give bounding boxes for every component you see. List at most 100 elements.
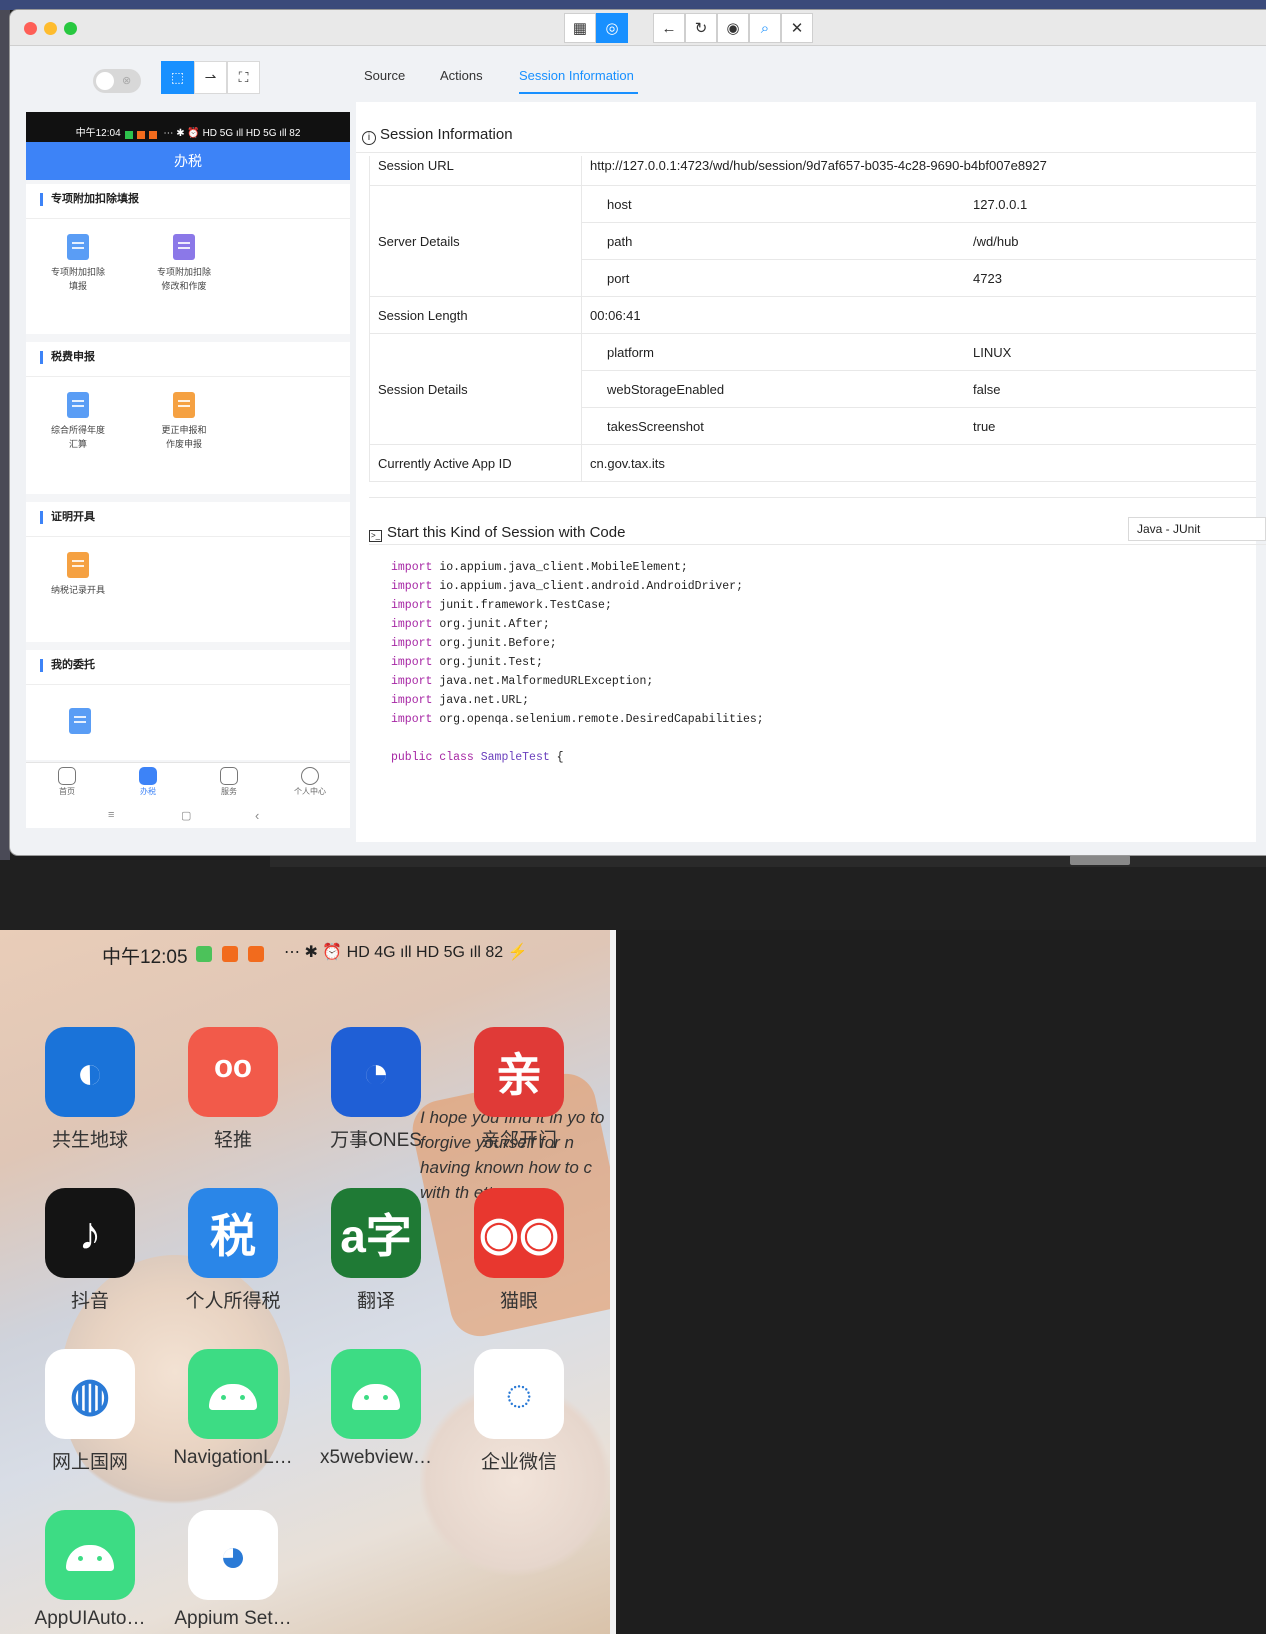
app-douyin[interactable]: ♪ 抖音 xyxy=(25,1188,155,1313)
section-title: 专项附加扣除填报 xyxy=(40,193,139,206)
desktop-menubar-strip xyxy=(0,0,1266,10)
app-label: 亲邻开门 xyxy=(480,1130,557,1151)
close-icon[interactable]: ✕ xyxy=(781,13,813,43)
device-screenshot[interactable]: 中午12:04 ⋯ ✱ ⏰ HD 5G ıll HD 5G ıll 82 办税 … xyxy=(26,112,350,828)
session-info-title: i Session Information xyxy=(362,126,513,145)
nav-home[interactable]: 首页 xyxy=(37,767,97,797)
code-class-declaration: public class SampleTest { xyxy=(391,751,564,764)
android-icon xyxy=(331,1349,421,1439)
tab-actions[interactable]: Actions xyxy=(440,68,483,83)
session-url-value: http://127.0.0.1:4723/wd/hub/session/9d7… xyxy=(590,158,1047,173)
nav-profile[interactable]: 个人中心 xyxy=(280,767,340,797)
eye-icon[interactable]: ◉ xyxy=(717,13,749,43)
state-grid-icon: ◍ xyxy=(45,1349,135,1439)
toggle-knob xyxy=(96,72,114,90)
app-notification-icon xyxy=(196,946,212,962)
terminal-icon: >_ xyxy=(369,530,382,542)
app-android[interactable]: NavigationL… xyxy=(168,1349,298,1469)
nav-service[interactable]: 服务 xyxy=(199,767,259,797)
code-sample[interactable]: import io.appium.java_client.MobileEleme… xyxy=(391,558,764,767)
refresh-icon[interactable]: ↻ xyxy=(685,13,717,43)
section-title: 我的委托 xyxy=(40,659,95,672)
section-delegation: 我的委托 xyxy=(26,650,350,760)
app-label: 企业微信 xyxy=(480,1452,557,1473)
desktop-left-strip xyxy=(0,10,10,860)
active-app-value: cn.gov.tax.its xyxy=(590,456,665,471)
home-square-icon[interactable]: ▢ xyxy=(181,809,191,822)
app-tax-shield[interactable]: 税个人所得税 xyxy=(168,1188,298,1313)
session-url-label: Session URL xyxy=(378,158,454,173)
ones-icon: ◔ xyxy=(331,1027,421,1117)
close-window-button[interactable] xyxy=(24,22,37,35)
swipe-icon[interactable]: ⇀ xyxy=(194,61,227,94)
code-import-line: import io.appium.java_client.android.And… xyxy=(391,580,743,593)
app-globe[interactable]: ◐ 共生地球 xyxy=(25,1027,155,1152)
item-tax-record[interactable]: 纳税记录开具 xyxy=(36,552,120,597)
app-label: 猫眼 xyxy=(499,1291,538,1312)
info-icon: i xyxy=(362,131,376,145)
app-maoyan[interactable]: ◉◉ 猫眼 xyxy=(454,1188,584,1313)
phone-status-icons: ⋯ ✱ ⏰ HD 5G ıll HD 5G ıll 82 xyxy=(163,128,301,139)
grid-icon[interactable]: ▦ xyxy=(564,13,596,43)
details-key-webstorage: webStorageEnabled xyxy=(607,382,725,397)
app-label: 翻译 xyxy=(356,1291,395,1312)
app-label: x5webview… xyxy=(320,1447,432,1468)
back-chevron-icon[interactable]: ‹ xyxy=(255,808,259,823)
tax-shield-icon: 税 xyxy=(188,1188,278,1278)
server-key-path: path xyxy=(607,234,633,249)
item-special-deduction-fill[interactable]: 专项附加扣除 填报 xyxy=(36,234,120,293)
app-label: AppUIAuto… xyxy=(34,1608,146,1629)
app-translate[interactable]: a字 翻译 xyxy=(311,1188,441,1313)
details-key-platform: platform xyxy=(607,345,654,360)
active-tab-indicator xyxy=(519,92,638,94)
app-qin[interactable]: 亲亲邻开门 xyxy=(454,1027,584,1152)
app-android[interactable]: AppUIAuto… xyxy=(25,1510,155,1630)
tab-source[interactable]: Source xyxy=(364,68,405,83)
nav-tax[interactable]: 办税 xyxy=(118,767,178,797)
app-label: 轻推 xyxy=(213,1130,252,1151)
app-wecom[interactable]: ◌ 企业微信 xyxy=(454,1349,584,1474)
details-value-webstorage: false xyxy=(973,382,1001,397)
appium-icon: ◕ xyxy=(188,1510,278,1600)
maoyan-icon: ◉◉ xyxy=(474,1188,564,1278)
app-ones[interactable]: ◔ 万事ONES xyxy=(311,1027,441,1152)
select-element-icon[interactable]: ⬚ xyxy=(161,61,194,94)
tab-session-information[interactable]: Session Information xyxy=(519,68,634,83)
yuan-document-icon xyxy=(67,392,89,418)
server-value-host: 127.0.0.1 xyxy=(973,197,1028,212)
app-state-grid[interactable]: ◍ 网上国网 xyxy=(25,1349,155,1474)
mi-notification-icon xyxy=(222,946,238,962)
globe-icon[interactable]: ◎ xyxy=(596,13,628,43)
back-icon[interactable]: ← xyxy=(653,13,685,43)
server-value-path: /wd/hub xyxy=(973,234,1019,249)
phone-status-bar: 中午12:04 ⋯ ✱ ⏰ HD 5G ıll HD 5G ıll 82 xyxy=(26,112,350,142)
app-android[interactable]: x5webview… xyxy=(311,1349,441,1469)
zoom-window-button[interactable] xyxy=(64,22,77,35)
session-length-label: Session Length xyxy=(378,308,468,323)
cat-notification-icon xyxy=(248,946,264,962)
code-card-title: >_ Start this Kind of Session with Code xyxy=(369,524,626,542)
section-title: 税费申报 xyxy=(40,351,95,364)
session-length-value: 00:06:41 xyxy=(590,308,641,323)
item-annual-reconciliation[interactable]: 综合所得年度 汇算 xyxy=(36,392,120,451)
item-correct-or-void[interactable]: 更正申报和 作废申报 xyxy=(142,392,226,451)
document-icon xyxy=(69,708,91,734)
douyin-icon: ♪ xyxy=(45,1188,135,1278)
home-status-bar: 中午12:05 ⋯ ✱ ⏰ HD 4G ıll HD 5G ıll 82 ⚡ xyxy=(0,942,616,972)
menu-icon[interactable]: ≡ xyxy=(108,809,114,821)
code-import-line: import org.junit.Before; xyxy=(391,637,557,650)
app-appium[interactable]: ◕ Appium Set… xyxy=(168,1510,298,1630)
section-certificate: 证明开具 纳税记录开具 xyxy=(26,502,350,642)
background-window-chip xyxy=(1070,855,1130,865)
code-import-line: import org.openqa.selenium.remote.Desire… xyxy=(391,713,764,726)
item-special-deduction-modify[interactable]: 专项附加扣除 修改和作废 xyxy=(142,234,226,293)
app-label: 万事ONES xyxy=(330,1130,422,1151)
language-select[interactable]: Java - JUnit xyxy=(1128,517,1266,541)
tap-coordinates-icon[interactable]: ⛶ xyxy=(227,61,260,94)
search-icon[interactable]: ⌕ xyxy=(749,13,781,43)
app-tuitui[interactable]: ᵒᵒ 轻推 xyxy=(168,1027,298,1152)
minimize-window-button[interactable] xyxy=(44,22,57,35)
code-import-line: import org.junit.After; xyxy=(391,618,550,631)
server-key-port: port xyxy=(607,271,630,286)
details-key-screenshot: takesScreenshot xyxy=(607,419,704,434)
